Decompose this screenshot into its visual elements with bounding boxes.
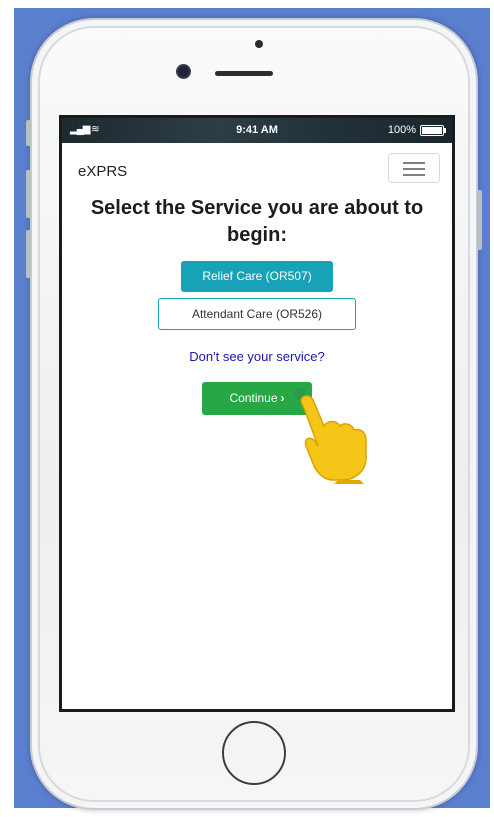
front-camera-icon — [178, 66, 189, 77]
phone-power-button — [477, 190, 482, 250]
service-button-relief-care[interactable]: Relief Care (OR507) — [181, 261, 333, 292]
app-navbar: eXPRS — [62, 143, 452, 191]
pointing-hand-icon — [294, 388, 367, 484]
brand-link[interactable]: eXPRS — [78, 163, 127, 180]
battery-icon — [420, 124, 446, 136]
status-bar: ▂▄▆ ≋ 9:41 AM 100% — [62, 118, 452, 143]
missing-service-link[interactable]: Don't see your service? — [62, 349, 452, 364]
phone-side-button — [26, 120, 31, 146]
continue-label: Continue — [229, 391, 278, 405]
phone-volume-down-button — [26, 230, 31, 278]
chevron-right-icon: › — [280, 391, 285, 405]
front-sensor-icon — [255, 40, 263, 48]
home-button[interactable] — [222, 721, 286, 785]
page-title: Select the Service you are about to begi… — [90, 197, 424, 246]
battery-percent: 100% — [387, 124, 416, 136]
service-button-attendant-care[interactable]: Attendant Care (OR526) — [158, 298, 356, 330]
hamburger-menu-icon[interactable] — [388, 153, 440, 183]
earpiece-speaker — [215, 71, 273, 76]
phone-screen: ▂▄▆ ≋ 9:41 AM 100% eXPRS Select the Serv… — [59, 115, 455, 712]
phone-volume-up-button — [26, 170, 31, 218]
